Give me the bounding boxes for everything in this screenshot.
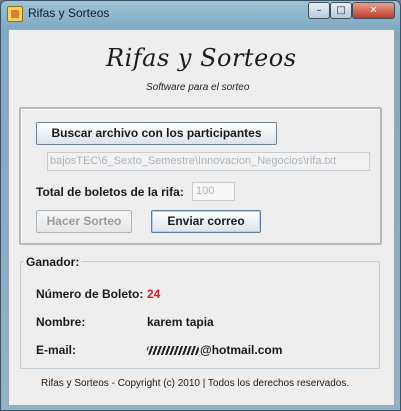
winner-name-label: Nombre: (36, 315, 86, 329)
title-bar[interactable]: Rifas y Sorteos – □ ✕ (1, 1, 400, 27)
maximize-button[interactable]: □ (330, 2, 352, 19)
footer-copyright: Rifas y Sorteos - Copyright (c) 2010 | T… (41, 378, 350, 389)
total-tickets-field: 100 (192, 182, 235, 201)
winner-email-label: E-mail: (36, 343, 77, 357)
ticket-number-value: 24 (147, 287, 161, 301)
app-window: Rifas y Sorteos – □ ✕ Rifas y Sorteos So… (0, 0, 401, 411)
draw-button[interactable]: Hacer Sorteo (36, 210, 132, 233)
minimize-button[interactable]: – (308, 2, 330, 19)
ticket-number-label: Número de Boleto: (36, 287, 144, 301)
redacted-scribble (147, 346, 199, 356)
app-icon (7, 6, 23, 22)
content-area: Rifas y Sorteos Software para el sorteo … (8, 29, 395, 406)
window-title: Rifas y Sorteos (28, 6, 110, 20)
file-panel: Buscar archivo con los participantes baj… (19, 107, 382, 245)
send-email-button[interactable]: Enviar correo (151, 210, 261, 233)
total-tickets-label: Total de boletos de la rifa: (36, 185, 184, 199)
winner-panel-title: Ganador: (24, 255, 82, 269)
winner-email-value: @hotmail.com (200, 343, 283, 357)
winner-email: @hotmail.com (147, 343, 282, 357)
winner-name-value: karem tapia (147, 315, 214, 329)
file-path-field: bajosTEC\6_Sexto_Semestre\Innovacion_Neg… (47, 152, 370, 171)
browse-file-button[interactable]: Buscar archivo con los participantes (36, 122, 277, 145)
page-title: Rifas y Sorteos (106, 44, 297, 72)
close-button[interactable]: ✕ (352, 2, 395, 19)
page-subtitle: Software para el sorteo (146, 82, 250, 93)
